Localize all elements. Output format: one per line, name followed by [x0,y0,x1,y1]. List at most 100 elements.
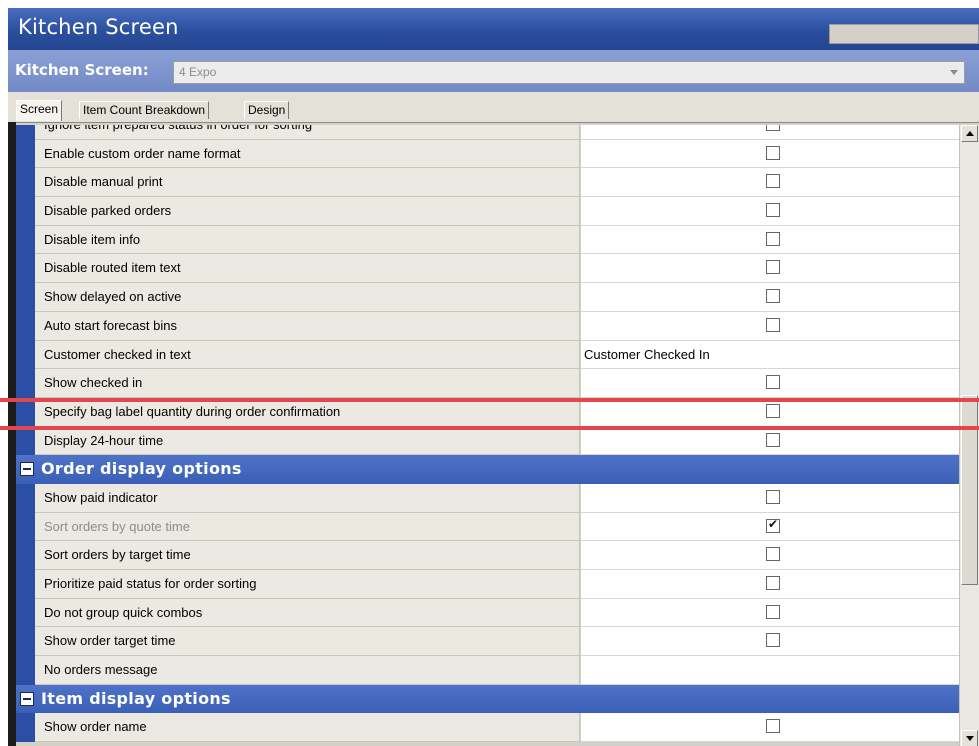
property-row[interactable]: Disable routed item text [16,254,959,284]
property-row[interactable]: Show delayed on active [16,283,959,312]
chevron-down-icon[interactable] [950,70,958,75]
property-name: Disable parked orders [35,197,580,226]
row-stripe [16,254,35,284]
property-checkbox[interactable] [766,403,780,418]
property-value-cell[interactable] [581,125,959,140]
title-bar-panel [829,24,979,44]
property-name: Disable item info [35,225,580,255]
property-value-cell[interactable] [581,225,959,255]
property-value-cell[interactable] [581,369,959,398]
scrollbar-thumb[interactable] [961,395,978,585]
property-row[interactable]: Show order name [16,713,959,743]
checked-checkbox[interactable] [766,517,780,533]
property-name: Sort orders by quote time [35,512,580,542]
property-checkbox[interactable] [766,604,780,619]
property-value-cell[interactable] [581,311,959,341]
row-stripe [16,541,35,570]
row-stripe [16,197,35,226]
property-row[interactable]: No orders message [16,656,959,685]
kitchen-screen-selector-bar: Kitchen Screen: 4 Expo [8,50,979,92]
kitchen-screen-window: Kitchen Screen Kitchen Screen: 4 Expo Sc… [8,8,979,746]
property-value-cell[interactable]: Customer Checked In [581,340,959,370]
kitchen-screen-dropdown[interactable]: 4 Expo [173,61,965,84]
property-checkbox[interactable] [766,289,780,304]
property-row[interactable]: Disable manual print [16,168,959,198]
property-value-cell[interactable] [581,512,959,542]
property-value-cell[interactable] [581,541,959,570]
property-name: Prioritize paid status for order sorting [35,570,580,599]
property-row[interactable]: Disable parked orders [16,197,959,226]
property-checkbox[interactable] [766,547,780,562]
row-stripe [16,369,35,398]
property-value-cell[interactable] [581,254,959,284]
property-text-value[interactable]: Customer Checked In [584,347,710,362]
property-checkbox[interactable] [766,203,780,218]
property-row[interactable]: Display 24-hour time [16,426,959,456]
row-stripe [16,283,35,312]
property-value-cell[interactable] [581,713,959,743]
property-name: Display 24-hour time [35,426,580,456]
property-name: No orders message [35,656,580,685]
property-row[interactable]: Sort orders by quote time [16,512,959,542]
property-row[interactable]: Auto start forecast bins [16,311,959,341]
property-grid[interactable]: Ignore item prepared status in order for… [16,125,959,746]
property-value-cell[interactable] [581,426,959,456]
property-checkbox[interactable] [766,231,780,246]
property-value-cell[interactable] [581,139,959,169]
property-checkbox[interactable] [766,317,780,332]
row-stripe [16,340,35,370]
highlight-line-top [0,398,979,402]
property-name: Disable routed item text [35,254,580,284]
property-checkbox[interactable] [766,125,780,131]
collapse-icon[interactable] [20,462,34,477]
property-row[interactable]: Enable custom order name format [16,139,959,169]
group-header[interactable]: Order display options [16,455,959,484]
property-row[interactable]: Specify bag label quantity during order … [16,397,959,427]
property-name: Sort orders by target time [35,541,580,570]
property-value-cell[interactable] [581,570,959,599]
row-stripe [16,656,35,685]
property-checkbox[interactable] [766,576,780,590]
property-row[interactable]: Customer checked in text Customer Checked… [16,340,959,370]
tab-screen[interactable]: Screen [16,100,63,121]
property-checkbox[interactable] [766,375,780,390]
property-value-cell[interactable] [581,168,959,198]
collapse-icon[interactable] [20,691,34,706]
group-header[interactable]: Item display options [16,684,959,714]
vertical-scrollbar[interactable] [959,125,979,746]
row-stripe [16,598,35,628]
property-value-cell[interactable] [581,656,959,685]
property-row[interactable]: Ignore item prepared status in order for… [16,125,959,140]
property-checkbox[interactable] [766,145,780,160]
property-row[interactable]: Do not group quick combos [16,598,959,628]
property-checkbox[interactable] [766,489,780,504]
property-checkbox[interactable] [766,432,780,447]
property-row[interactable]: Sort orders by target time [16,541,959,570]
property-row[interactable]: Show paid indicator [16,483,959,513]
property-name: Specify bag label quantity during order … [35,397,580,427]
property-name: Show order name [35,713,580,743]
property-checkbox[interactable] [766,260,780,275]
tab-item-count-breakdown[interactable]: Item Count Breakdown [79,101,210,119]
property-row[interactable]: Prioritize paid status for order sorting [16,570,959,599]
property-row[interactable]: Show order target time [16,627,959,657]
property-checkbox[interactable] [766,719,780,734]
property-value-cell[interactable] [581,283,959,312]
row-stripe [16,627,35,657]
scroll-down-arrow-icon[interactable] [961,730,978,746]
group-header-label: Item display options [41,688,231,708]
property-name: Show order target time [35,627,580,657]
property-value-cell[interactable] [581,598,959,628]
property-value-cell[interactable] [581,483,959,513]
property-name: Auto start forecast bins [35,311,580,341]
property-grid-rows: Ignore item prepared status in order for… [16,125,959,743]
property-value-cell[interactable] [581,197,959,226]
property-value-cell[interactable] [581,397,959,427]
tab-design[interactable]: Design [244,101,290,119]
property-row[interactable]: Show checked in [16,369,959,398]
property-value-cell[interactable] [581,627,959,657]
scroll-up-arrow-icon[interactable] [961,125,978,142]
property-checkbox[interactable] [766,174,780,189]
property-row[interactable]: Disable item info [16,225,959,255]
property-checkbox[interactable] [766,633,780,648]
